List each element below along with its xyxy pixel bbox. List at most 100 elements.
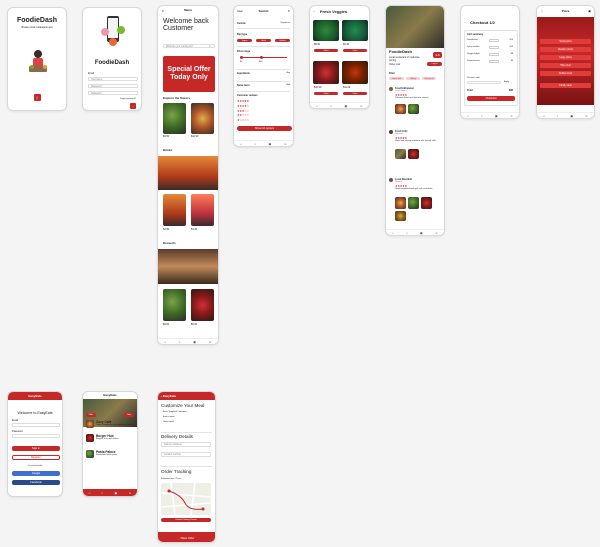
search-tab-icon[interactable]: ⌕ [102, 491, 104, 495]
contact-delivery-button[interactable]: Contact Delivery Partner [161, 518, 211, 522]
back-arrow-icon[interactable]: ← [313, 9, 316, 13]
review-photo[interactable] [395, 211, 406, 221]
discount-input[interactable] [467, 81, 501, 84]
search-tab-icon[interactable]: ⌕ [254, 142, 256, 146]
cart-icon[interactable]: ▣ [193, 340, 196, 344]
show-options-button[interactable]: Show 16 options [237, 126, 292, 131]
review-photo[interactable] [408, 104, 419, 114]
back-arrow-icon[interactable]: ← [464, 20, 467, 24]
explore-item-1-image[interactable] [163, 103, 186, 134]
home-icon[interactable]: ⌂ [89, 491, 91, 495]
cart-icon[interactable]: ▣ [495, 114, 498, 118]
quantity-stepper[interactable] [489, 46, 499, 49]
veg-item-3-image[interactable] [313, 61, 339, 84]
quantity-stepper[interactable] [489, 60, 499, 63]
cart-icon[interactable]: ▣ [570, 114, 573, 118]
ingredients-value[interactable]: Any [287, 72, 290, 75]
quantity-stepper[interactable] [489, 53, 499, 56]
pizza-menu-item-4[interactable]: Thin crust [540, 63, 591, 68]
place-order-button[interactable]: Place Order [158, 532, 215, 542]
drink-item-1-image[interactable] [163, 194, 186, 226]
dessert-item-1-image[interactable] [163, 289, 186, 321]
search-tab-icon[interactable]: ⌕ [330, 104, 332, 108]
veg-item-3-order[interactable]: Order [314, 92, 338, 95]
profile-icon[interactable]: ☺ [585, 114, 588, 118]
veg-item-1-order[interactable]: Order [314, 49, 338, 52]
price-slider[interactable] [240, 57, 287, 58]
price-slider-handle-max[interactable] [260, 55, 263, 59]
forgot-link[interactable]: Forgot password? [120, 98, 136, 101]
search-tab-icon[interactable]: ⌕ [406, 231, 408, 235]
facebook-button[interactable]: Facebook [12, 480, 60, 485]
quantity-stepper[interactable] [489, 39, 499, 42]
close-icon[interactable]: ✕ [287, 9, 290, 13]
veg-item-4-image[interactable] [342, 61, 368, 84]
review-photo[interactable] [395, 149, 406, 159]
cuisine-value[interactable]: Vegetarian [280, 22, 290, 25]
review-photo[interactable] [395, 104, 406, 114]
home-icon[interactable]: ⌂ [467, 114, 469, 118]
login-button[interactable]: Log in [427, 62, 442, 66]
pizza-menu-item-2[interactable]: Medium pizza [540, 47, 591, 52]
cart-icon[interactable]: ▣ [114, 491, 117, 495]
username-field[interactable]: Username [88, 77, 138, 81]
review-photo[interactable] [408, 149, 419, 159]
register-button[interactable]: Register [12, 455, 60, 460]
filter-photo[interactable]: Has photo [422, 77, 436, 80]
drinks-banner-image[interactable] [158, 156, 218, 190]
apply-button[interactable]: Apply [504, 81, 509, 84]
pizza-menu-item-3[interactable]: Large pizza [540, 55, 591, 60]
filter-rating[interactable]: Rating [406, 77, 420, 80]
cart-icon[interactable]: ▣ [588, 9, 591, 13]
reviews-options[interactable]: ★★★★★ ★★★★☆ ★★★☆☆ ★★☆☆☆ ★☆☆☆☆ [237, 99, 290, 123]
home-icon[interactable]: ⌂ [164, 340, 166, 344]
checkout-button[interactable]: Checkout [467, 96, 515, 101]
filter-latest[interactable]: Latest first [389, 77, 404, 80]
sign-in-button[interactable]: Sign in [12, 446, 60, 451]
list-item[interactable]: Cozy Cafe Coffee, sandwiches and delicio… [86, 420, 134, 430]
pizza-menu-item-5[interactable]: Stuffed crust [540, 71, 591, 76]
search-tab-icon[interactable]: ⌕ [481, 114, 483, 118]
meal-option-2[interactable]: Extra cheese [163, 416, 175, 419]
veg-item-2-order[interactable]: Order [343, 49, 367, 52]
filter-button[interactable]: Filter [86, 413, 96, 417]
spice-value[interactable]: Mild [286, 84, 290, 87]
hamburger-icon[interactable]: ≡ [162, 9, 164, 13]
search-icon[interactable]: ⌕ [209, 44, 211, 48]
address-field[interactable]: Delivery address [161, 442, 211, 447]
review-photo[interactable] [395, 197, 406, 209]
profile-icon[interactable]: ☺ [510, 114, 513, 118]
sort-button[interactable]: Sort [124, 413, 134, 417]
profile-icon[interactable]: ☺ [128, 491, 131, 495]
fork-knife-icon[interactable]: 🍴 [34, 94, 41, 101]
veg-item-2-image[interactable] [342, 20, 368, 41]
review-photo[interactable] [421, 197, 432, 209]
profile-icon[interactable]: ☺ [435, 231, 438, 235]
tracking-map[interactable] [161, 483, 211, 515]
diet-chip-halal[interactable]: Halal [256, 39, 271, 42]
list-item[interactable]: Burger Hub Burgers, fries and shakes [86, 434, 134, 444]
price-slider-handle-min[interactable] [240, 55, 243, 59]
pizza-menu-item-1[interactable]: Small pizza [540, 39, 591, 44]
home-icon[interactable]: ⌂ [240, 142, 242, 146]
dessert-item-2-image[interactable] [191, 289, 214, 321]
desserts-banner-image[interactable] [158, 249, 218, 284]
veg-item-4-order[interactable]: Order [343, 92, 367, 95]
google-button[interactable]: Google [12, 471, 60, 476]
drink-item-2-image[interactable] [191, 194, 214, 226]
password-field[interactable] [12, 434, 60, 438]
meal-option-1[interactable]: Basic Spaghetti Carbonara [163, 411, 187, 414]
veg-item-1-image[interactable] [313, 20, 339, 41]
profile-icon[interactable]: ☺ [284, 142, 287, 146]
review-photo[interactable] [408, 197, 419, 209]
search-tab-icon[interactable]: ⌕ [179, 340, 181, 344]
password-field[interactable]: Password [88, 84, 138, 88]
search-tab-icon[interactable]: ⌕ [557, 114, 559, 118]
phone-field[interactable]: Contact number [161, 452, 211, 457]
search-input[interactable]: What are you craving for? [163, 44, 215, 48]
home-icon[interactable]: ⌂ [316, 104, 318, 108]
pizza-menu-item-6[interactable]: Family deal [540, 83, 591, 88]
diet-chip-kosher[interactable]: Kosher [275, 39, 290, 42]
meal-option-3[interactable]: Garlic bread [163, 421, 174, 424]
home-icon[interactable]: ⌂ [543, 114, 545, 118]
